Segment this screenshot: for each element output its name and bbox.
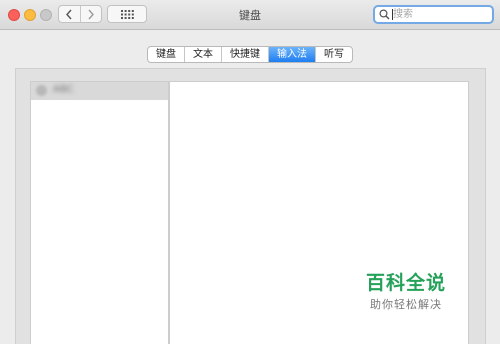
input-source-item[interactable]: ABC bbox=[31, 82, 168, 100]
tab-keyboard[interactable]: 键盘 bbox=[148, 47, 184, 62]
minimize-window-button[interactable] bbox=[24, 9, 36, 21]
chevron-right-icon bbox=[88, 9, 94, 19]
window-title: 键盘 bbox=[239, 9, 261, 22]
search-input[interactable] bbox=[393, 7, 489, 22]
tab-text[interactable]: 文本 bbox=[184, 47, 221, 62]
watermark-title: 百科全说 bbox=[366, 272, 447, 294]
tab-input-sources[interactable]: 输入法 bbox=[268, 47, 315, 62]
input-source-label: ABC bbox=[53, 84, 74, 95]
tab-shortcuts[interactable]: 快捷键 bbox=[221, 47, 268, 62]
search-field[interactable] bbox=[373, 5, 494, 24]
close-window-button[interactable] bbox=[8, 9, 20, 21]
show-all-button[interactable] bbox=[107, 5, 147, 23]
search-icon bbox=[379, 9, 390, 20]
chevron-left-icon bbox=[66, 9, 72, 19]
forward-button[interactable] bbox=[79, 6, 102, 22]
grid-icon bbox=[120, 9, 134, 19]
navigation-buttons bbox=[58, 5, 102, 23]
zoom-window-button[interactable] bbox=[40, 9, 52, 21]
back-button[interactable] bbox=[59, 6, 80, 22]
title-bar: 键盘 bbox=[0, 0, 500, 30]
input-source-icon bbox=[36, 85, 47, 96]
tab-bar: 键盘 文本 快捷键 输入法 听写 bbox=[147, 46, 353, 63]
input-source-list: ABC bbox=[30, 81, 169, 344]
watermark-subtitle: 助你轻松解决 bbox=[370, 298, 442, 311]
tab-dictation[interactable]: 听写 bbox=[315, 47, 352, 62]
